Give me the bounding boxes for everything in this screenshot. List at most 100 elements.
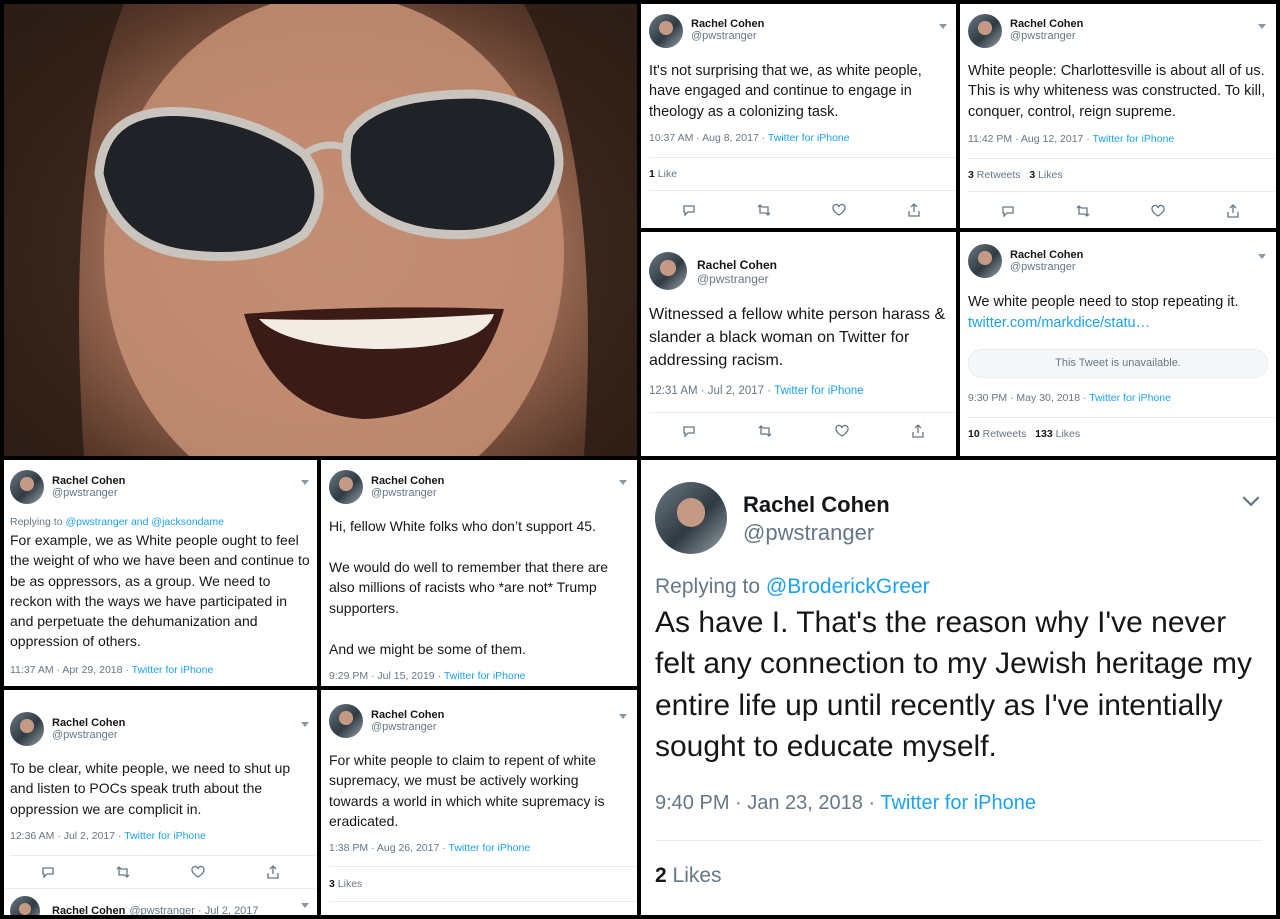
user-name[interactable]: Rachel Cohen	[371, 475, 444, 487]
retweet-icon[interactable]	[1075, 203, 1091, 219]
tweet-card: Rachel Cohen @pwstranger White people: C…	[960, 4, 1276, 228]
quoted-tweet-card[interactable]: This Tweet is unavailable.	[968, 349, 1268, 378]
tweet-source[interactable]: Twitter for iPhone	[768, 132, 850, 144]
tweet-source[interactable]: Twitter for iPhone	[448, 842, 530, 854]
retweet-count[interactable]: 10	[968, 428, 980, 440]
tweet-body: We white people need to stop repeating i…	[968, 294, 1239, 310]
retweet-count[interactable]: 3	[968, 169, 974, 181]
like-count[interactable]: 1	[649, 168, 655, 180]
tweet-source[interactable]: Twitter for iPhone	[1089, 392, 1171, 404]
tweet-source[interactable]: Twitter for iPhone	[124, 830, 206, 842]
tweet-source[interactable]: Twitter for iPhone	[880, 792, 1036, 814]
tweet-link[interactable]: twitter.com/markdice/statu…	[968, 315, 1150, 331]
like-label[interactable]: Likes	[1056, 428, 1081, 440]
tweet-stats: 10 Retweets 133 Likes	[968, 428, 1080, 440]
reply-icon[interactable]	[681, 202, 697, 218]
avatar[interactable]	[649, 252, 687, 290]
avatar[interactable]	[10, 470, 44, 504]
tweet-source[interactable]: Twitter for iPhone	[444, 670, 526, 682]
avatar[interactable]	[655, 482, 727, 554]
user-name[interactable]: Rachel Cohen	[697, 258, 777, 272]
chevron-down-icon[interactable]	[1258, 254, 1266, 259]
user-name[interactable]: Rachel Cohen	[1010, 18, 1083, 30]
tweet-time[interactable]: 1:38 PM · Aug 26, 2017	[329, 842, 439, 854]
tweet-time[interactable]: 12:36 AM · Jul 2, 2017	[10, 830, 115, 842]
like-icon[interactable]	[834, 423, 850, 439]
tweet-time[interactable]: 9:40 PM · Jan 23, 2018	[655, 792, 863, 814]
like-icon[interactable]	[1150, 203, 1166, 219]
reply-mentions[interactable]: @BroderickGreer	[766, 575, 930, 598]
next-tweet-preview[interactable]: Rachel Cohen @pwstranger · Jul 2, 2017	[10, 896, 259, 915]
tweet-time[interactable]: 11:37 AM · Apr 29, 2018	[10, 664, 122, 676]
user-handle[interactable]: @pwstranger	[1010, 30, 1083, 42]
user-name[interactable]: Rachel Cohen	[691, 18, 764, 30]
retweet-label[interactable]: Retweets	[983, 428, 1027, 440]
tweet-time[interactable]: 10:37 AM · Aug 8, 2017	[649, 132, 759, 144]
avatar[interactable]	[329, 470, 363, 504]
user-handle[interactable]: @pwstranger	[52, 487, 125, 499]
divider	[329, 901, 637, 902]
like-label[interactable]: Likes	[673, 864, 722, 887]
avatar[interactable]	[649, 14, 683, 48]
chevron-down-icon[interactable]	[301, 722, 309, 727]
user-name[interactable]: Rachel Cohen	[52, 717, 125, 729]
reply-icon[interactable]	[40, 864, 56, 880]
user-handle[interactable]: @pwstranger	[371, 487, 444, 499]
user-handle[interactable]: @pwstranger	[1010, 261, 1083, 273]
chevron-down-icon[interactable]	[1258, 24, 1266, 29]
user-handle[interactable]: @pwstranger	[743, 520, 890, 546]
chevron-down-icon[interactable]	[939, 24, 947, 29]
avatar[interactable]	[968, 244, 1002, 278]
avatar[interactable]	[10, 896, 40, 915]
tweet-time[interactable]: 9:29 PM · Jul 15, 2019	[329, 670, 435, 682]
chevron-down-icon[interactable]	[619, 714, 627, 719]
tweet-text: Witnessed a fellow white person harass &…	[649, 306, 946, 369]
tweet-source[interactable]: Twitter for iPhone	[774, 385, 863, 397]
retweet-icon[interactable]	[756, 202, 772, 218]
profile-photo	[4, 4, 637, 456]
share-icon[interactable]	[265, 864, 281, 880]
share-icon[interactable]	[906, 202, 922, 218]
like-icon[interactable]	[831, 202, 847, 218]
user-name[interactable]: Rachel Cohen	[52, 905, 125, 915]
user-handle[interactable]: @pwstranger · Jul 2, 2017	[129, 905, 258, 915]
retweet-icon[interactable]	[115, 864, 131, 880]
chevron-down-icon[interactable]	[301, 480, 309, 485]
user-handle[interactable]: @pwstranger	[691, 30, 764, 42]
share-icon[interactable]	[1225, 203, 1241, 219]
user-name[interactable]: Rachel Cohen	[1010, 249, 1083, 261]
user-handle[interactable]: @pwstranger	[371, 721, 444, 733]
tweet-time[interactable]: 12:31 AM · Jul 2, 2017	[649, 385, 764, 397]
tweet-text: And we might be some of them.	[329, 641, 526, 657]
like-count[interactable]: 3	[1029, 169, 1035, 181]
avatar[interactable]	[968, 14, 1002, 48]
retweet-icon[interactable]	[757, 423, 773, 439]
tweet-source[interactable]: Twitter for iPhone	[132, 664, 214, 676]
like-count[interactable]: 3	[329, 878, 335, 890]
like-label[interactable]: Likes	[1038, 169, 1063, 181]
tweet-source[interactable]: Twitter for iPhone	[1093, 133, 1175, 145]
avatar[interactable]	[329, 704, 363, 738]
tweet-time[interactable]: 9:30 PM · May 30, 2018	[968, 392, 1080, 404]
avatar[interactable]	[10, 712, 44, 746]
chevron-down-icon[interactable]	[1242, 496, 1260, 507]
like-label[interactable]: Like	[658, 168, 677, 180]
tweet-text: For white people to claim to repent of w…	[329, 752, 605, 829]
retweet-label[interactable]: Retweets	[977, 169, 1021, 181]
reply-mentions[interactable]: @pwstranger and @jacksondame	[65, 516, 223, 528]
like-label[interactable]: Likes	[338, 878, 363, 890]
like-icon[interactable]	[190, 864, 206, 880]
like-count[interactable]: 133	[1035, 428, 1053, 440]
user-name[interactable]: Rachel Cohen	[743, 492, 890, 518]
user-handle[interactable]: @pwstranger	[52, 729, 125, 741]
chevron-down-icon[interactable]	[301, 903, 309, 908]
share-icon[interactable]	[910, 423, 926, 439]
user-name[interactable]: Rachel Cohen	[371, 709, 444, 721]
reply-icon[interactable]	[681, 423, 697, 439]
like-count[interactable]: 2	[655, 864, 667, 887]
tweet-time[interactable]: 11:42 PM · Aug 12, 2017	[968, 133, 1083, 145]
chevron-down-icon[interactable]	[619, 480, 627, 485]
user-name[interactable]: Rachel Cohen	[52, 475, 125, 487]
user-handle[interactable]: @pwstranger	[697, 272, 777, 286]
reply-icon[interactable]	[1000, 203, 1016, 219]
